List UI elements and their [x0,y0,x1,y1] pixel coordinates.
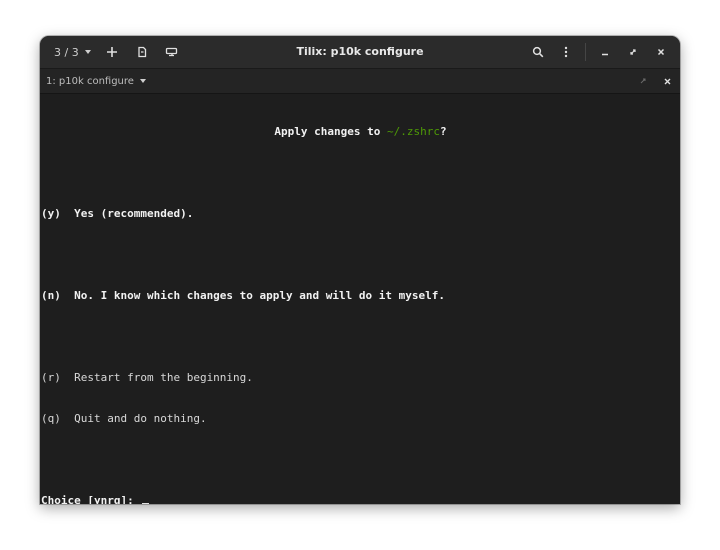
terminal-title-dropdown[interactable]: 1: p10k configure [46,69,146,93]
prompt-prefix: Apply changes to [274,125,387,138]
new-session-icon [138,46,146,58]
choice-prompt: Choice [ynrq]: [41,494,141,504]
apply-changes-prompt: Apply changes to ~/.zshrc? [41,124,680,139]
choice-line: Choice [ynrq]: [41,493,680,504]
close-icon [657,48,665,56]
add-terminal-button[interactable] [99,41,125,63]
header-bar: 3 / 3 Tilix: p10k configure [40,36,680,69]
kebab-menu-icon [564,46,568,58]
chevron-down-icon [139,79,146,83]
expand-icon [640,78,646,84]
prompt-suffix: ? [439,125,447,138]
terminal-window: 3 / 3 Tilix: p10k configure 1: p10k conf… [40,36,680,504]
search-button[interactable] [525,41,551,63]
tab-controls [636,69,674,93]
session-indicator: 3 / 3 [54,45,79,59]
maximize-button[interactable] [620,41,646,63]
terminal-title-label: 1: p10k configure [46,75,134,87]
option-yes: (y) Yes (recommended). [41,207,194,220]
text-cursor [142,493,150,504]
terminal-tab-bar: 1: p10k configure [40,69,680,94]
maximize-terminal-button[interactable] [636,74,650,88]
header-right-controls [525,36,674,68]
maximize-icon [630,49,636,55]
terminal-output[interactable]: Apply changes to ~/.zshrc? (y) Yes (reco… [40,94,680,504]
search-icon [532,46,544,58]
zshrc-path: ~/.zshrc [386,125,440,138]
header-separator [585,43,586,61]
minimize-button[interactable] [592,41,618,63]
session-switcher-button[interactable]: 3 / 3 [50,41,95,63]
option-no: (n) No. I know which changes to apply an… [41,289,445,302]
sync-input-icon [166,47,178,57]
close-button[interactable] [648,41,674,63]
close-icon [664,78,670,84]
minimize-icon [602,53,608,56]
chevron-down-icon [84,50,91,54]
sync-input-button[interactable] [159,41,185,63]
option-restart: (r) Restart from the beginning. [41,371,253,384]
new-session-button[interactable] [129,41,155,63]
header-left-controls: 3 / 3 [50,36,185,68]
option-quit: (q) Quit and do nothing. [41,412,207,425]
plus-icon [106,47,117,57]
menu-button[interactable] [553,41,579,63]
close-terminal-button[interactable] [660,74,674,88]
